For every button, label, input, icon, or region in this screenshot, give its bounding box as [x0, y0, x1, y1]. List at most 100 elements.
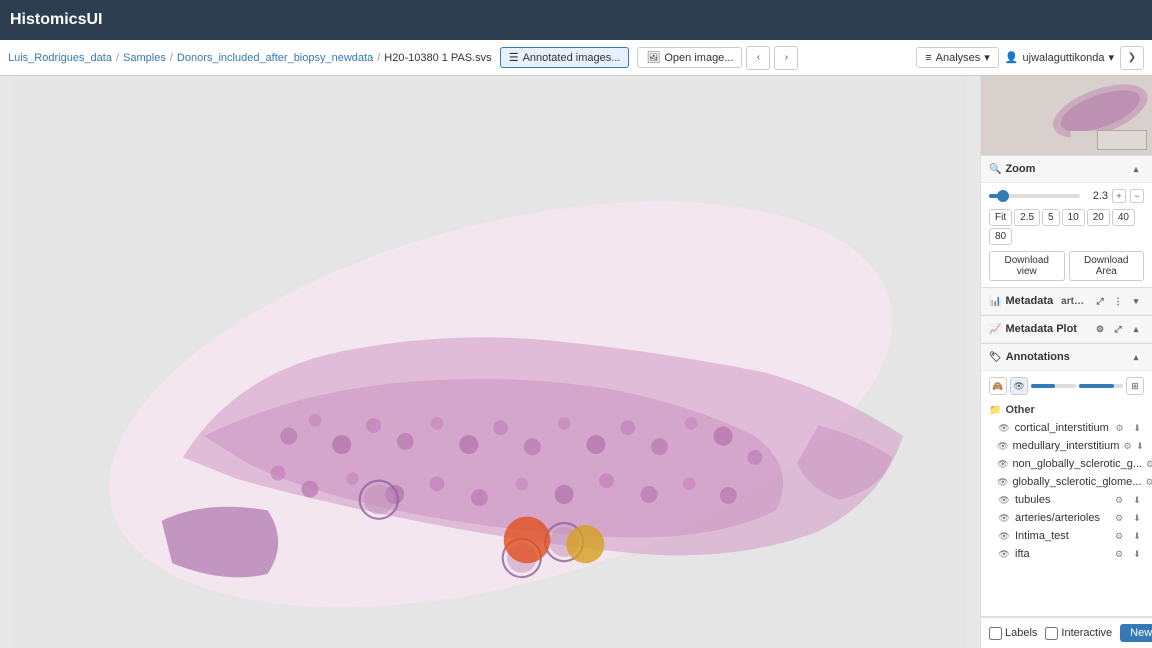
- ann-opacity-slider-2[interactable]: [1079, 384, 1124, 388]
- ann-label-globally: globally_sclerotic_glome...: [1012, 476, 1141, 488]
- open-image-button[interactable]: 🖼 Open image...: [637, 47, 742, 68]
- ann-item-cortical: 👁 cortical_interstitium ⚙ ⬇: [989, 419, 1144, 437]
- zoom-slider[interactable]: [989, 194, 1080, 198]
- zoom-preset-80[interactable]: 80: [989, 228, 1012, 245]
- ann-dl-tubules[interactable]: ⬇: [1130, 493, 1144, 507]
- thumbnail: [981, 76, 1152, 156]
- ann-gear-cortical[interactable]: ⚙: [1113, 421, 1127, 435]
- breadcrumb: Luis_Rodrigues_data / Samples / Donors_i…: [8, 52, 492, 64]
- labels-checkbox-label[interactable]: Labels: [989, 627, 1037, 640]
- ann-item-intima: 👁 Intima_test ⚙ ⬇: [989, 527, 1144, 545]
- annotations-content: 🙈 👁 ⊞ 📁 Other: [981, 371, 1152, 569]
- ann-gear-intima[interactable]: ⚙: [1112, 529, 1126, 543]
- ann-dl-arteries[interactable]: ⬇: [1130, 511, 1144, 525]
- folder-icon: 📁: [989, 405, 1001, 416]
- plot-collapse-btn[interactable]: ▴: [1128, 321, 1144, 337]
- next-arrow[interactable]: ›: [774, 46, 798, 70]
- annotated-icon: ☰: [509, 51, 519, 64]
- ann-gear-ifta[interactable]: ⚙: [1112, 547, 1126, 561]
- zoom-preset-20[interactable]: 20: [1087, 209, 1110, 226]
- annotated-images-button[interactable]: ☰ Annotated images...: [500, 47, 630, 68]
- plot-icon: 📈: [989, 324, 1001, 335]
- thumbnail-nav-box: [1097, 130, 1147, 150]
- plot-gear-btn[interactable]: ⚙: [1092, 321, 1108, 337]
- breadcrumb-part3[interactable]: Donors_included_after_biopsy_newdata: [177, 52, 373, 64]
- ann-item-arteries: 👁 arteries/arterioles ⚙ ⬇: [989, 509, 1144, 527]
- ann-dl-cortical[interactable]: ⬇: [1130, 421, 1144, 435]
- ann-item-globally: 👁 globally_sclerotic_glome... ⚙ ⬇: [989, 473, 1144, 491]
- ann-gear-tubules[interactable]: ⚙: [1112, 493, 1126, 507]
- ann-eye-open-btn[interactable]: 👁: [1010, 377, 1028, 395]
- interactive-checkbox-label[interactable]: Interactive: [1045, 627, 1112, 640]
- ann-grid-btn[interactable]: ⊞: [1126, 377, 1144, 395]
- zoom-preset-10[interactable]: 10: [1062, 209, 1085, 226]
- ann-gear-non-global[interactable]: ⚙: [1146, 457, 1152, 471]
- metadata-plot-title: Metadata Plot: [1005, 323, 1088, 335]
- ann-gear-medullary[interactable]: ⚙: [1123, 439, 1131, 453]
- analyses-icon: ≡: [925, 52, 931, 64]
- prev-arrow[interactable]: ‹: [746, 46, 770, 70]
- right-panel-toggle[interactable]: ❯: [1120, 46, 1144, 70]
- app-title: HistomicsUI: [10, 11, 102, 29]
- breadcrumb-part1[interactable]: Luis_Rodrigues_data: [8, 52, 112, 64]
- download-view-btn[interactable]: Download view: [989, 251, 1065, 281]
- ann-item-tubules: 👁 tubules ⚙ ⬇: [989, 491, 1144, 509]
- analyses-button[interactable]: ≡ Analyses ▾: [916, 47, 999, 68]
- annotations-section-header[interactable]: 🏷 Annotations ▴: [981, 344, 1152, 371]
- interactive-checkbox[interactable]: [1045, 627, 1058, 640]
- ann-eye-globally[interactable]: 👁: [997, 475, 1008, 489]
- ann-eye-closed-btn[interactable]: 🙈: [989, 377, 1007, 395]
- main-layout: 🔍 Zoom ▴ 2.3 + − Fit 2.5: [0, 76, 1152, 648]
- nav-right: ≡ Analyses ▾ 👤 ujwalaguttikonda ▾ ❯: [912, 46, 1144, 70]
- ann-eye-ifta[interactable]: 👁: [997, 547, 1011, 561]
- download-area-btn[interactable]: Download Area: [1069, 251, 1145, 281]
- labels-checkbox[interactable]: [989, 627, 1002, 640]
- ann-eye-medullary[interactable]: 👁: [997, 439, 1008, 453]
- ann-eye-cortical[interactable]: 👁: [997, 421, 1011, 435]
- breadcrumb-part4[interactable]: H20-10380 1 PAS.svs: [384, 52, 491, 64]
- metadata-section-header[interactable]: 📊 Metadata arteries/arteriols... ⤢ ⋮ ▾: [981, 288, 1152, 315]
- ann-eye-non-global[interactable]: 👁: [997, 457, 1008, 471]
- ann-gear-globally[interactable]: ⚙: [1145, 475, 1152, 489]
- ann-dl-intima[interactable]: ⬇: [1130, 529, 1144, 543]
- zoom-preset-2_5[interactable]: 2.5: [1014, 209, 1040, 226]
- metadata-collapse-btn[interactable]: ▾: [1128, 293, 1144, 309]
- ann-eye-tubules[interactable]: 👁: [997, 493, 1011, 507]
- user-menu[interactable]: 👤 ujwalaguttikonda ▾: [1005, 51, 1114, 64]
- ann-label-tubules: tubules: [1015, 494, 1108, 506]
- zoom-minus-btn[interactable]: −: [1130, 189, 1144, 203]
- image-viewer[interactable]: [0, 76, 980, 648]
- zoom-collapse-btn[interactable]: ▴: [1128, 161, 1144, 177]
- ann-label-intima: Intima_test: [1015, 530, 1108, 542]
- user-chevron: ▾: [1108, 51, 1114, 64]
- annotation-group-other: 📁 Other: [989, 401, 1144, 419]
- metadata-expand-btn[interactable]: ⤢: [1092, 293, 1108, 309]
- new-annotation-button[interactable]: New: [1120, 624, 1152, 642]
- plot-expand-btn[interactable]: ⤢: [1110, 321, 1126, 337]
- metadata-plot-header[interactable]: 📈 Metadata Plot ⚙ ⤢ ▴: [981, 316, 1152, 343]
- image-icon: 🖼: [646, 51, 660, 64]
- annotations-collapse-btn[interactable]: ▴: [1128, 349, 1144, 365]
- top-bar: HistomicsUI: [0, 0, 1152, 40]
- zoom-plus-btn[interactable]: +: [1112, 189, 1126, 203]
- zoom-preset-fit[interactable]: Fit: [989, 209, 1012, 226]
- annotation-controls: 🙈 👁 ⊞: [989, 377, 1144, 395]
- zoom-section-header[interactable]: 🔍 Zoom ▴: [981, 156, 1152, 183]
- metadata-more-btn[interactable]: ⋮: [1110, 293, 1126, 309]
- ann-eye-intima[interactable]: 👁: [997, 529, 1011, 543]
- zoom-icon: 🔍: [989, 164, 1001, 175]
- zoom-presets: Fit 2.5 5 10 20 40 80: [989, 209, 1144, 245]
- ann-dl-ifta[interactable]: ⬇: [1130, 547, 1144, 561]
- ann-item-non-global: 👁 non_globally_sclerotic_g... ⚙ ⬇: [989, 455, 1144, 473]
- ann-dl-medullary[interactable]: ⬇: [1136, 439, 1144, 453]
- ann-item-ifta: 👁 ifta ⚙ ⬇: [989, 545, 1144, 563]
- ann-eye-arteries[interactable]: 👁: [997, 511, 1011, 525]
- ann-opacity-slider-1[interactable]: [1031, 384, 1076, 388]
- ann-gear-arteries[interactable]: ⚙: [1112, 511, 1126, 525]
- annotations-title: Annotations: [1006, 351, 1124, 363]
- zoom-preset-5[interactable]: 5: [1042, 209, 1060, 226]
- zoom-preset-40[interactable]: 40: [1112, 209, 1135, 226]
- breadcrumb-part2[interactable]: Samples: [123, 52, 166, 64]
- ann-label-ifta: ifta: [1015, 548, 1108, 560]
- metadata-icon: 📊: [989, 296, 1001, 307]
